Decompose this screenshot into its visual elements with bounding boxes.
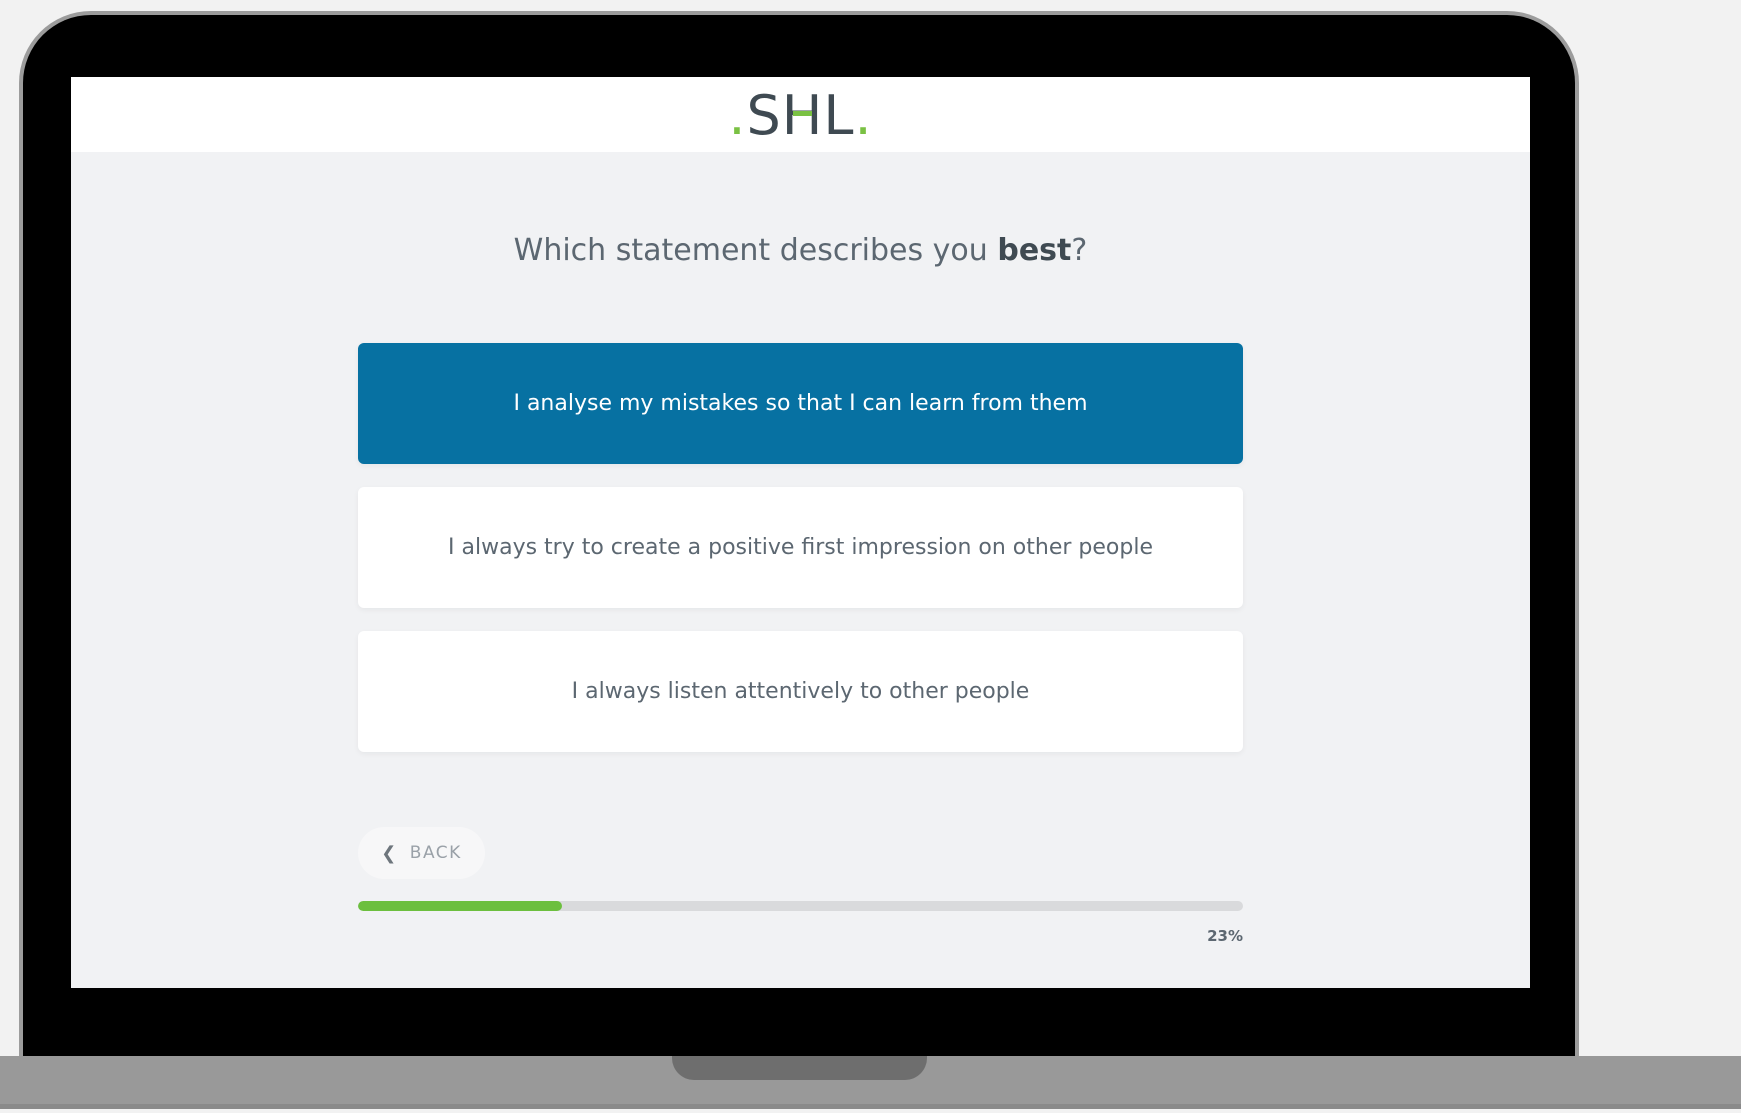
- progress-fill: [358, 901, 562, 911]
- question-emphasis: best: [997, 233, 1072, 268]
- answer-option-2[interactable]: I always try to create a positive first …: [358, 487, 1243, 608]
- question-prompt: Which statement describes you best?: [71, 233, 1530, 268]
- app-screen: .SHL. Which statement describes you best…: [71, 77, 1530, 988]
- shl-logo: .SHL.: [728, 88, 872, 144]
- logo-dot-left: .: [728, 84, 747, 147]
- answer-option-3[interactable]: I always listen attentively to other peo…: [358, 631, 1243, 752]
- logo-letter-s: S: [746, 84, 782, 147]
- logo-letter-h: H: [781, 84, 824, 147]
- question-text: Which statement describes you: [513, 233, 998, 268]
- back-button[interactable]: ❮ BACK: [358, 827, 485, 879]
- logo-letter-l: L: [823, 84, 855, 147]
- progress-percent: 23%: [1207, 927, 1243, 945]
- progress-bar: [358, 901, 1243, 911]
- question-mark: ?: [1071, 233, 1088, 268]
- answer-option-1[interactable]: I analyse my mistakes so that I can lear…: [358, 343, 1243, 464]
- laptop-notch: [672, 1056, 927, 1080]
- back-label: BACK: [409, 843, 462, 863]
- logo-dot-right: .: [854, 84, 873, 147]
- app-header: .SHL.: [71, 77, 1530, 152]
- answer-options: I analyse my mistakes so that I can lear…: [358, 343, 1243, 775]
- chevron-left-icon: ❮: [381, 842, 398, 864]
